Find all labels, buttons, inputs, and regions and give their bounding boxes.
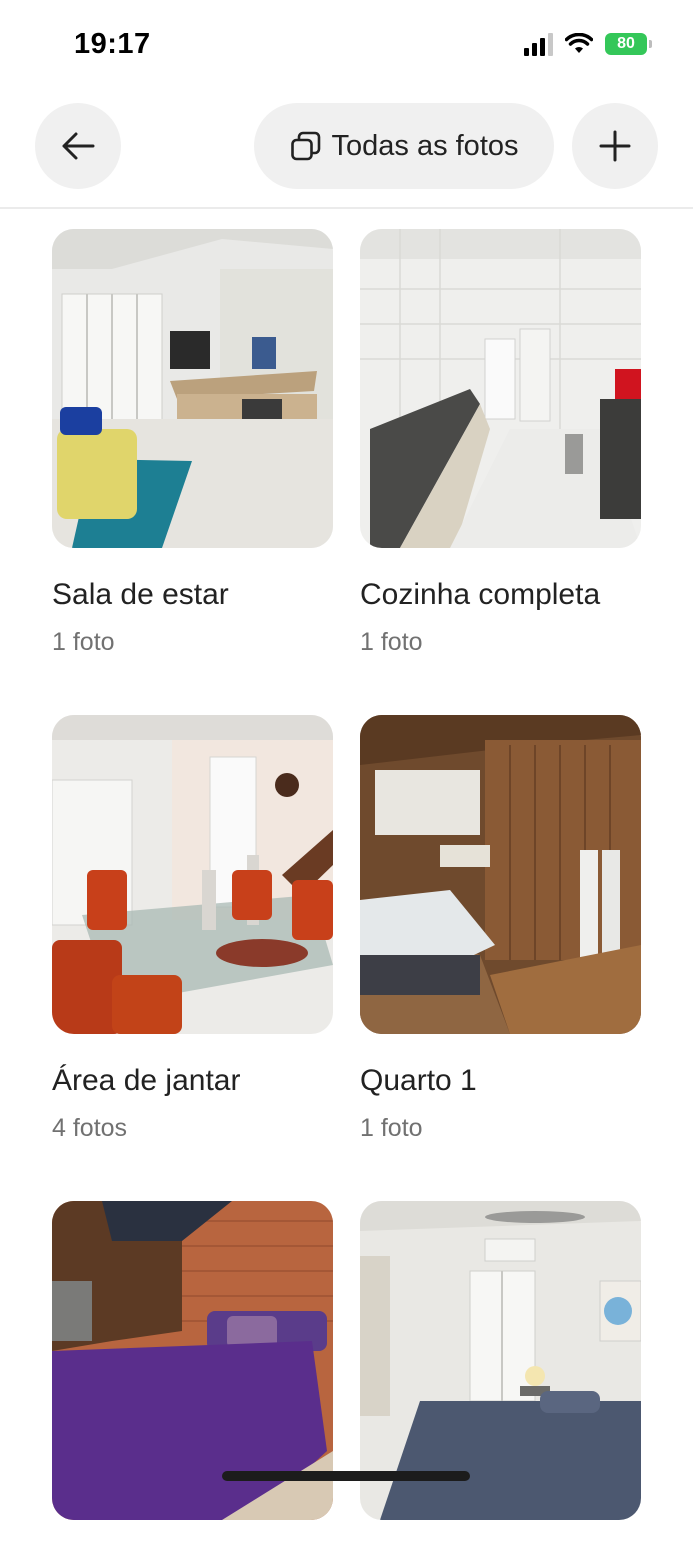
back-button[interactable] bbox=[35, 103, 121, 189]
room-title: Sala de estar bbox=[52, 578, 229, 611]
battery-icon: 80 bbox=[605, 33, 652, 55]
battery-level: 80 bbox=[617, 35, 635, 52]
dining-room-image bbox=[52, 715, 333, 1034]
room-card-dining[interactable]: Área de jantar 4 fotos bbox=[52, 715, 333, 1143]
status-time: 19:17 bbox=[74, 28, 151, 60]
wifi-icon bbox=[565, 33, 593, 53]
kitchen-image bbox=[360, 229, 641, 548]
all-photos-button[interactable]: Todas as fotos bbox=[254, 103, 554, 189]
status-bar: 19:17 80 bbox=[0, 0, 693, 92]
room-card-living[interactable]: Sala de estar 1 foto bbox=[52, 229, 333, 657]
room-photo-kitchen[interactable] bbox=[360, 229, 641, 548]
all-photos-label: Todas as fotos bbox=[331, 129, 519, 162]
living-room-image bbox=[52, 229, 333, 548]
room-photo-count: 1 foto bbox=[360, 628, 423, 656]
room-photo-living[interactable] bbox=[52, 229, 333, 548]
bedroom-1-image bbox=[360, 715, 641, 1034]
top-nav: Todas as fotos bbox=[0, 92, 693, 209]
room-photo-bedroom-1[interactable] bbox=[360, 715, 641, 1034]
room-card-bedroom-3[interactable] bbox=[360, 1201, 641, 1550]
room-photo-dining[interactable] bbox=[52, 715, 333, 1034]
room-title: Quarto 1 bbox=[360, 1064, 477, 1097]
room-title: Cozinha completa bbox=[360, 578, 601, 611]
add-button[interactable] bbox=[572, 103, 658, 189]
room-photo-count: 4 fotos bbox=[52, 1114, 128, 1142]
status-icons: 80 bbox=[524, 32, 652, 56]
signal-icon bbox=[524, 32, 553, 56]
room-card-kitchen[interactable]: Cozinha completa 1 foto bbox=[360, 229, 641, 657]
room-title: Área de jantar bbox=[52, 1064, 241, 1097]
back-arrow-icon bbox=[62, 132, 95, 160]
photo-stack-icon bbox=[290, 131, 320, 161]
room-photo-count: 1 foto bbox=[360, 1114, 423, 1142]
room-photo-count: 1 foto bbox=[52, 628, 115, 656]
room-card-bedroom-2[interactable] bbox=[52, 1201, 333, 1550]
plus-icon bbox=[599, 130, 631, 162]
home-indicator[interactable] bbox=[222, 1471, 470, 1481]
room-card-bedroom-1[interactable]: Quarto 1 1 foto bbox=[360, 715, 641, 1143]
